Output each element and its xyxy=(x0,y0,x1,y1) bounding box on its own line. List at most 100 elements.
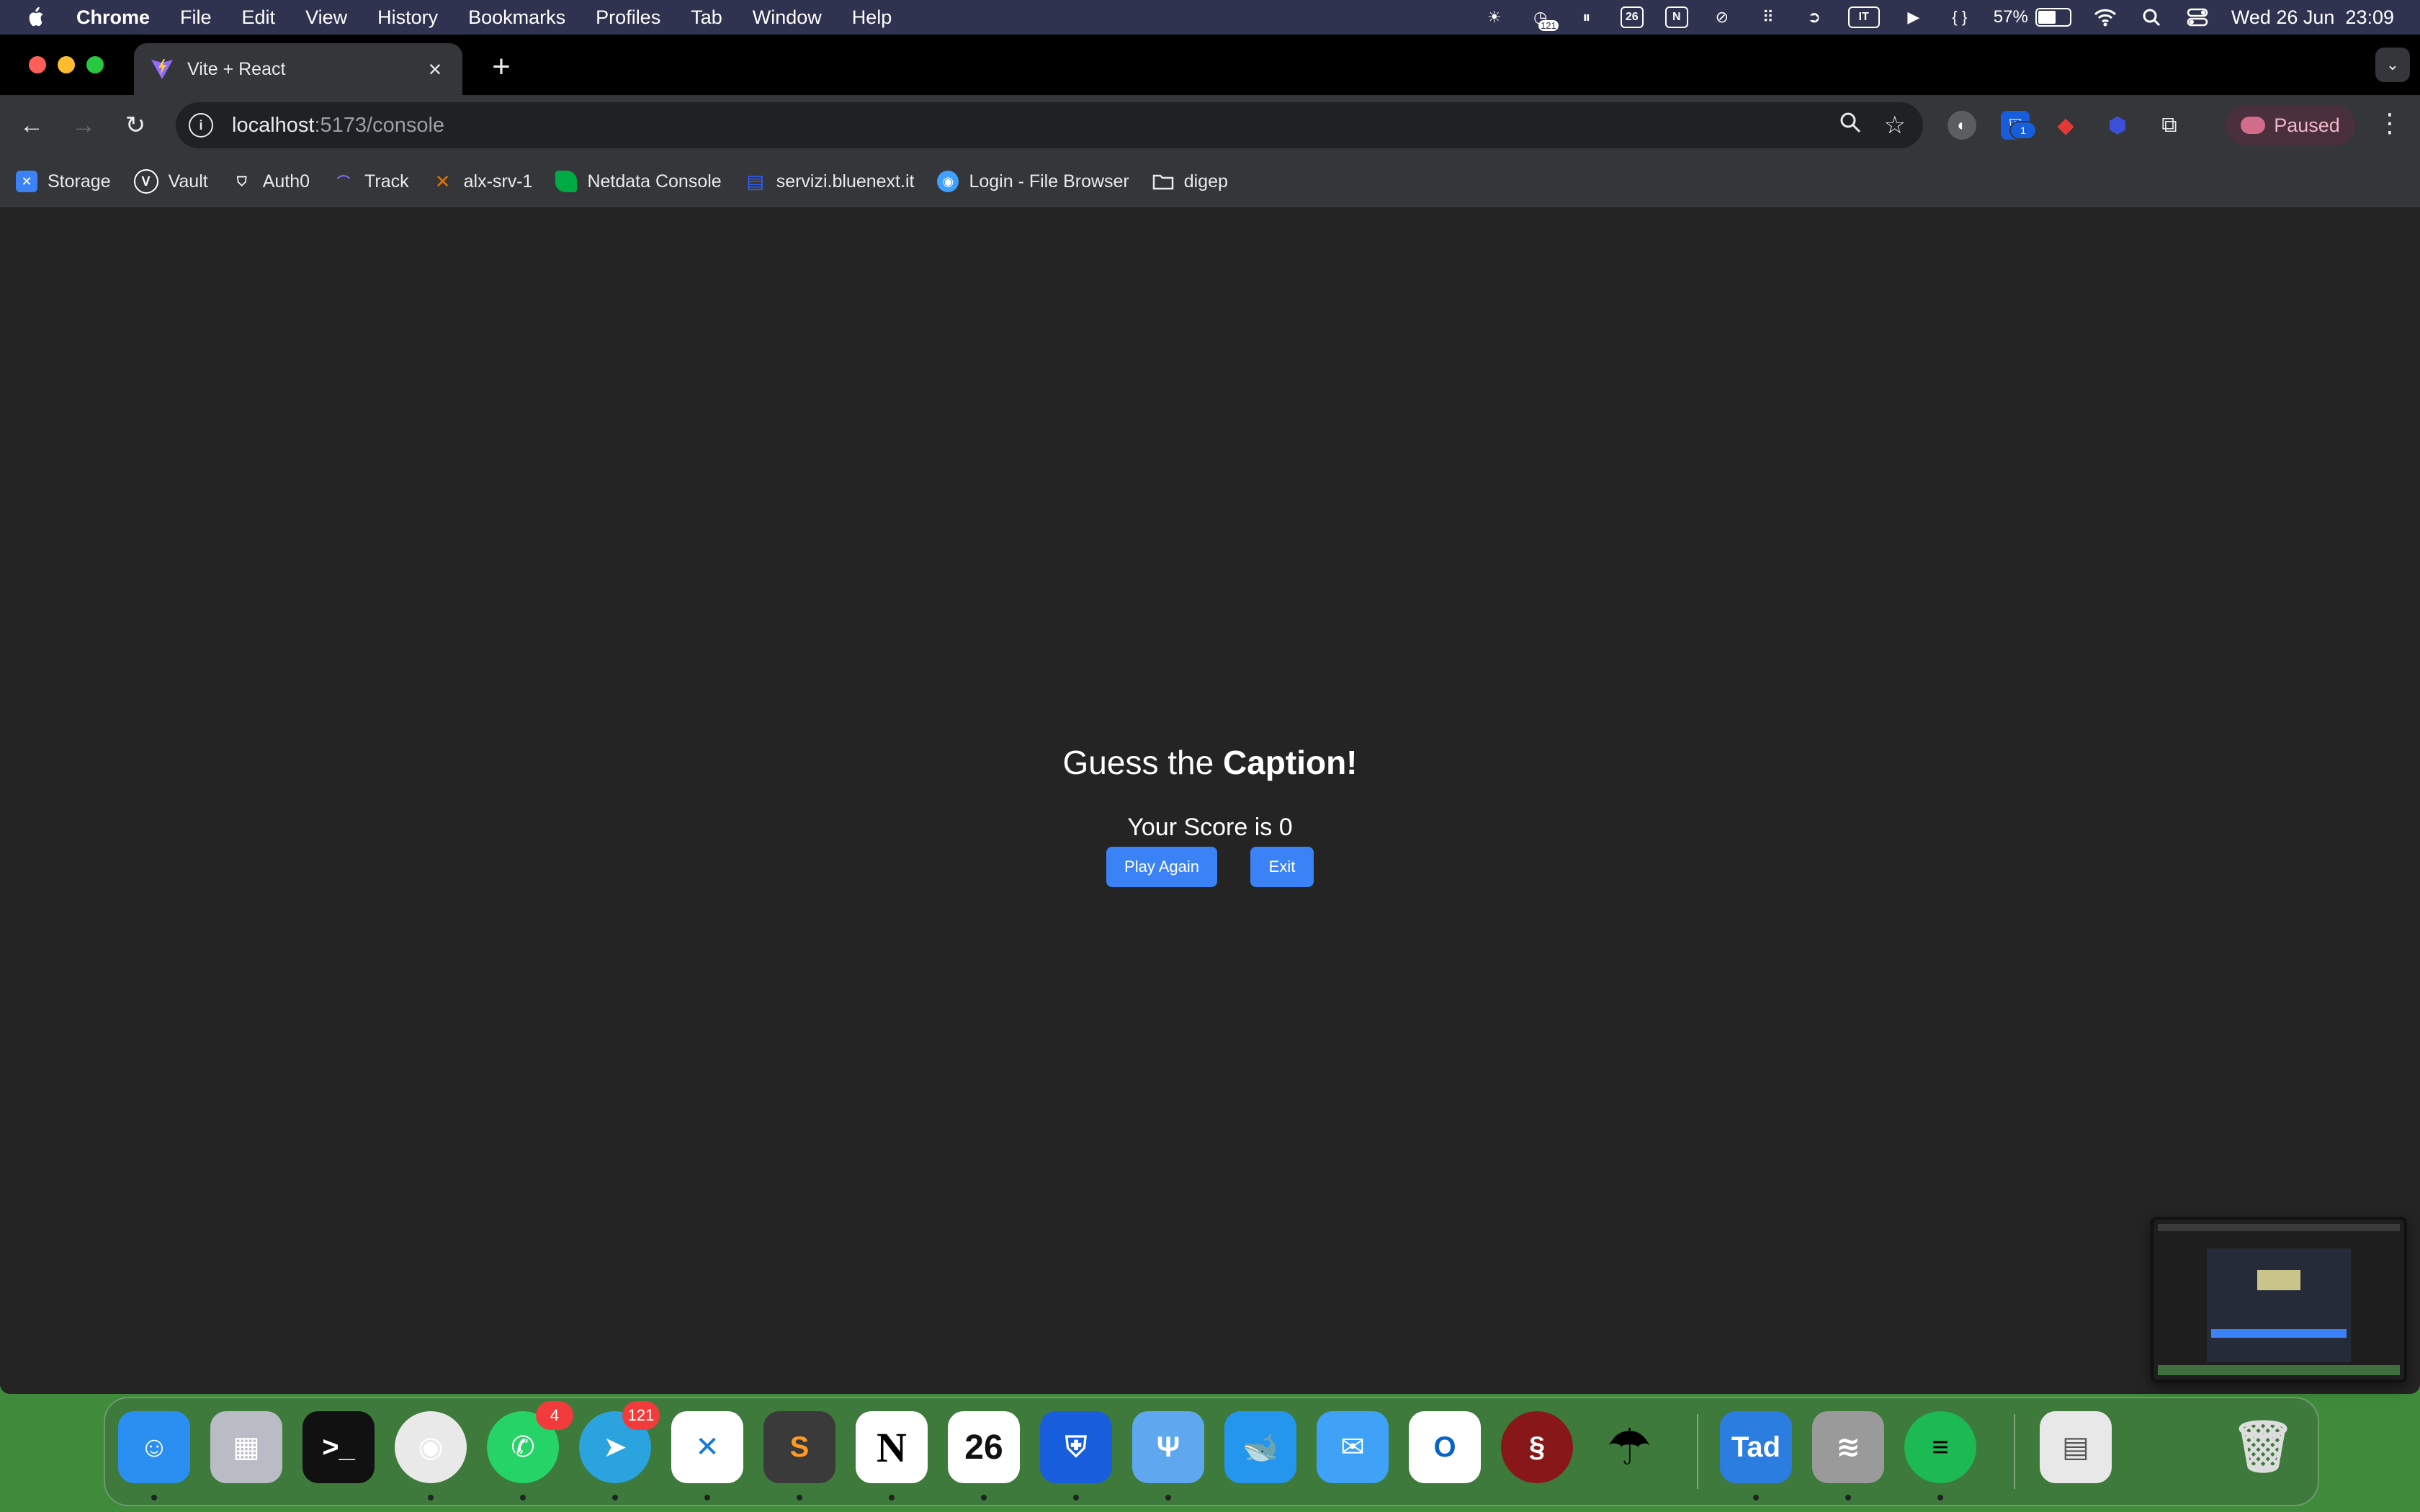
loop-icon[interactable]: ➲ xyxy=(1802,5,1827,30)
tab-close-icon[interactable]: × xyxy=(422,56,448,83)
brightness-icon[interactable]: ☀ xyxy=(1482,5,1507,30)
running-indicator xyxy=(1845,1495,1851,1500)
launchpad-icon[interactable]: ▦ xyxy=(210,1411,282,1483)
menu-edit[interactable]: Edit xyxy=(242,6,276,29)
wireguard-icon[interactable]: § xyxy=(1501,1411,1573,1483)
bookmarks-bar: ✕ Storage V Vault ⛉ Auth0 ⌒ Track ✕ alx-… xyxy=(0,156,2420,209)
profile-button[interactable]: Paused xyxy=(2226,105,2355,145)
braces-icon[interactable]: { } xyxy=(1948,5,1972,30)
play-again-button[interactable]: Play Again xyxy=(1106,847,1217,887)
grid-icon[interactable]: ⠿ xyxy=(1756,5,1780,30)
browser-toolbar: ← → ↻ i localhost:5173/console ☆ ◐ ⛨1 ◆ … xyxy=(0,95,2420,156)
tab-search-icon[interactable]: ⌄ xyxy=(2375,48,2410,82)
notion-icon[interactable]: N xyxy=(856,1411,928,1483)
calendar-icon[interactable]: 26 xyxy=(948,1411,1020,1483)
status-area: ☀ ◷ 121 ⏸ 26 N ⊘ ⠿ ➲ IT ▶ { } 57% Wed 26 … xyxy=(1482,0,2394,35)
profile-status: Paused xyxy=(2274,114,2340,136)
outlook-icon[interactable]: O xyxy=(1409,1411,1481,1483)
forward-icon[interactable]: → xyxy=(66,108,101,143)
bookmark-folder-digep[interactable]: digep xyxy=(1152,171,1228,192)
keyboard-layout-icon[interactable]: IT xyxy=(1847,6,1880,28)
bookmark-servizi[interactable]: ▤ servizi.bluenext.it xyxy=(745,170,915,192)
new-tab-icon[interactable]: + xyxy=(484,49,519,85)
menu-file[interactable]: File xyxy=(180,6,212,29)
chrome-icon[interactable]: ◉ xyxy=(395,1411,467,1483)
site-info-icon[interactable]: i xyxy=(189,113,213,138)
spotify-icon[interactable]: ≡ xyxy=(1904,1411,1976,1483)
notion-status-icon[interactable]: N xyxy=(1664,6,1688,28)
pause-icon[interactable]: ⏸ xyxy=(1574,5,1599,30)
bookmark-vault[interactable]: V Vault xyxy=(133,169,208,194)
finder-icon[interactable]: ☺ xyxy=(118,1411,190,1483)
spotlight-search-icon[interactable] xyxy=(2139,5,2164,30)
bookmark-storage[interactable]: ✕ Storage xyxy=(16,171,111,192)
telegram-badge: 121 xyxy=(622,1401,660,1430)
running-indicator xyxy=(889,1495,895,1500)
calendar-status-icon[interactable]: ◷ 121 xyxy=(1528,5,1559,31)
vscode-icon[interactable]: ✕ xyxy=(671,1411,743,1483)
tad-icon[interactable]: Tad xyxy=(1720,1411,1792,1483)
address-bar[interactable]: i localhost:5173/console ☆ xyxy=(176,102,1923,148)
menu-history[interactable]: History xyxy=(377,6,438,29)
play-icon[interactable]: ▶ xyxy=(1901,5,1926,30)
proxmox-icon: ✕ xyxy=(434,170,451,192)
menu-profiles[interactable]: Profiles xyxy=(596,6,660,29)
menu-help[interactable]: Help xyxy=(852,6,892,29)
bitwarden-icon[interactable]: ⛨ xyxy=(1040,1411,1112,1483)
bookmark-auth0[interactable]: ⛉ Auth0 xyxy=(231,171,310,192)
clock[interactable]: Wed 26 Jun 23:09 xyxy=(2231,6,2394,29)
tab-active[interactable]: Vite + React × xyxy=(134,43,462,95)
document-icon: ▤ xyxy=(746,170,764,192)
wifi-icon[interactable] xyxy=(2093,5,2118,30)
battery-status[interactable]: 57% xyxy=(1994,7,2071,27)
umbrella-icon[interactable]: ☂ xyxy=(1593,1411,1665,1483)
document-stack-icon[interactable]: ▤ xyxy=(2040,1411,2112,1483)
menu-bookmarks[interactable]: Bookmarks xyxy=(468,6,565,29)
extensions-puzzle-icon[interactable]: ⧉ xyxy=(2155,111,2184,140)
docker-icon[interactable]: 🐋 xyxy=(1224,1411,1296,1483)
menu-tab[interactable]: Tab xyxy=(691,6,722,29)
trash-icon[interactable]: 🗑 xyxy=(2227,1411,2299,1483)
whatsapp-badge: 4 xyxy=(536,1401,573,1430)
bookmark-alx-srv-1[interactable]: ✕ alx-srv-1 xyxy=(432,171,533,192)
fork-icon[interactable]: Ψ xyxy=(1132,1411,1204,1483)
extension-shield-icon[interactable]: ◐ xyxy=(1948,111,1976,140)
reload-icon[interactable]: ↻ xyxy=(118,108,153,143)
battery-percent: 57% xyxy=(1993,7,2028,27)
extension-red-icon[interactable]: ◆ xyxy=(2051,111,2080,140)
screenshot-thumbnail[interactable] xyxy=(2151,1217,2407,1382)
extension-hex-icon[interactable]: ⬢ xyxy=(2103,111,2132,140)
control-center-icon[interactable] xyxy=(2185,5,2210,30)
bookmark-star-icon[interactable]: ☆ xyxy=(1884,111,1906,140)
minimize-window-button[interactable] xyxy=(58,56,75,73)
running-indicator xyxy=(1165,1495,1171,1500)
database-icon[interactable]: ≋ xyxy=(1812,1411,1884,1483)
bookmark-label: servizi.bluenext.it xyxy=(776,171,915,192)
menu-window[interactable]: Window xyxy=(753,6,822,29)
apple-icon[interactable] xyxy=(26,6,48,29)
maximize-window-button[interactable] xyxy=(86,56,104,73)
bookmark-netdata[interactable]: Netdata Console xyxy=(555,171,722,192)
calendar-day-icon[interactable]: 26 xyxy=(1620,6,1644,28)
running-indicator xyxy=(981,1495,987,1500)
exit-button[interactable]: Exit xyxy=(1250,847,1314,887)
back-icon[interactable]: ← xyxy=(14,108,49,143)
sublime-icon[interactable]: S xyxy=(763,1411,835,1483)
zoom-icon[interactable] xyxy=(1839,112,1861,139)
menu-view[interactable]: View xyxy=(305,6,347,29)
menu-app-name[interactable]: Chrome xyxy=(76,6,150,29)
page-title: Guess the Caption! xyxy=(0,743,2420,782)
bitwarden-extension-icon[interactable]: ⛨1 xyxy=(2001,111,2037,140)
sync-icon[interactable]: ⊘ xyxy=(1710,5,1734,30)
terminal-icon[interactable]: >_ xyxy=(302,1411,375,1483)
mail-icon[interactable]: ✉ xyxy=(1317,1411,1389,1483)
bookmark-track[interactable]: ⌒ Track xyxy=(333,171,409,192)
more-menu-icon[interactable]: ⋮ xyxy=(2375,108,2404,138)
running-indicator xyxy=(1753,1495,1759,1500)
bookmark-file-browser[interactable]: ◉ Login - File Browser xyxy=(937,171,1129,192)
thumbnail-content xyxy=(2207,1248,2351,1362)
close-window-button[interactable] xyxy=(29,56,46,73)
folder-icon xyxy=(1152,171,1174,192)
dock-separator xyxy=(2014,1414,2015,1489)
running-indicator xyxy=(797,1495,802,1500)
